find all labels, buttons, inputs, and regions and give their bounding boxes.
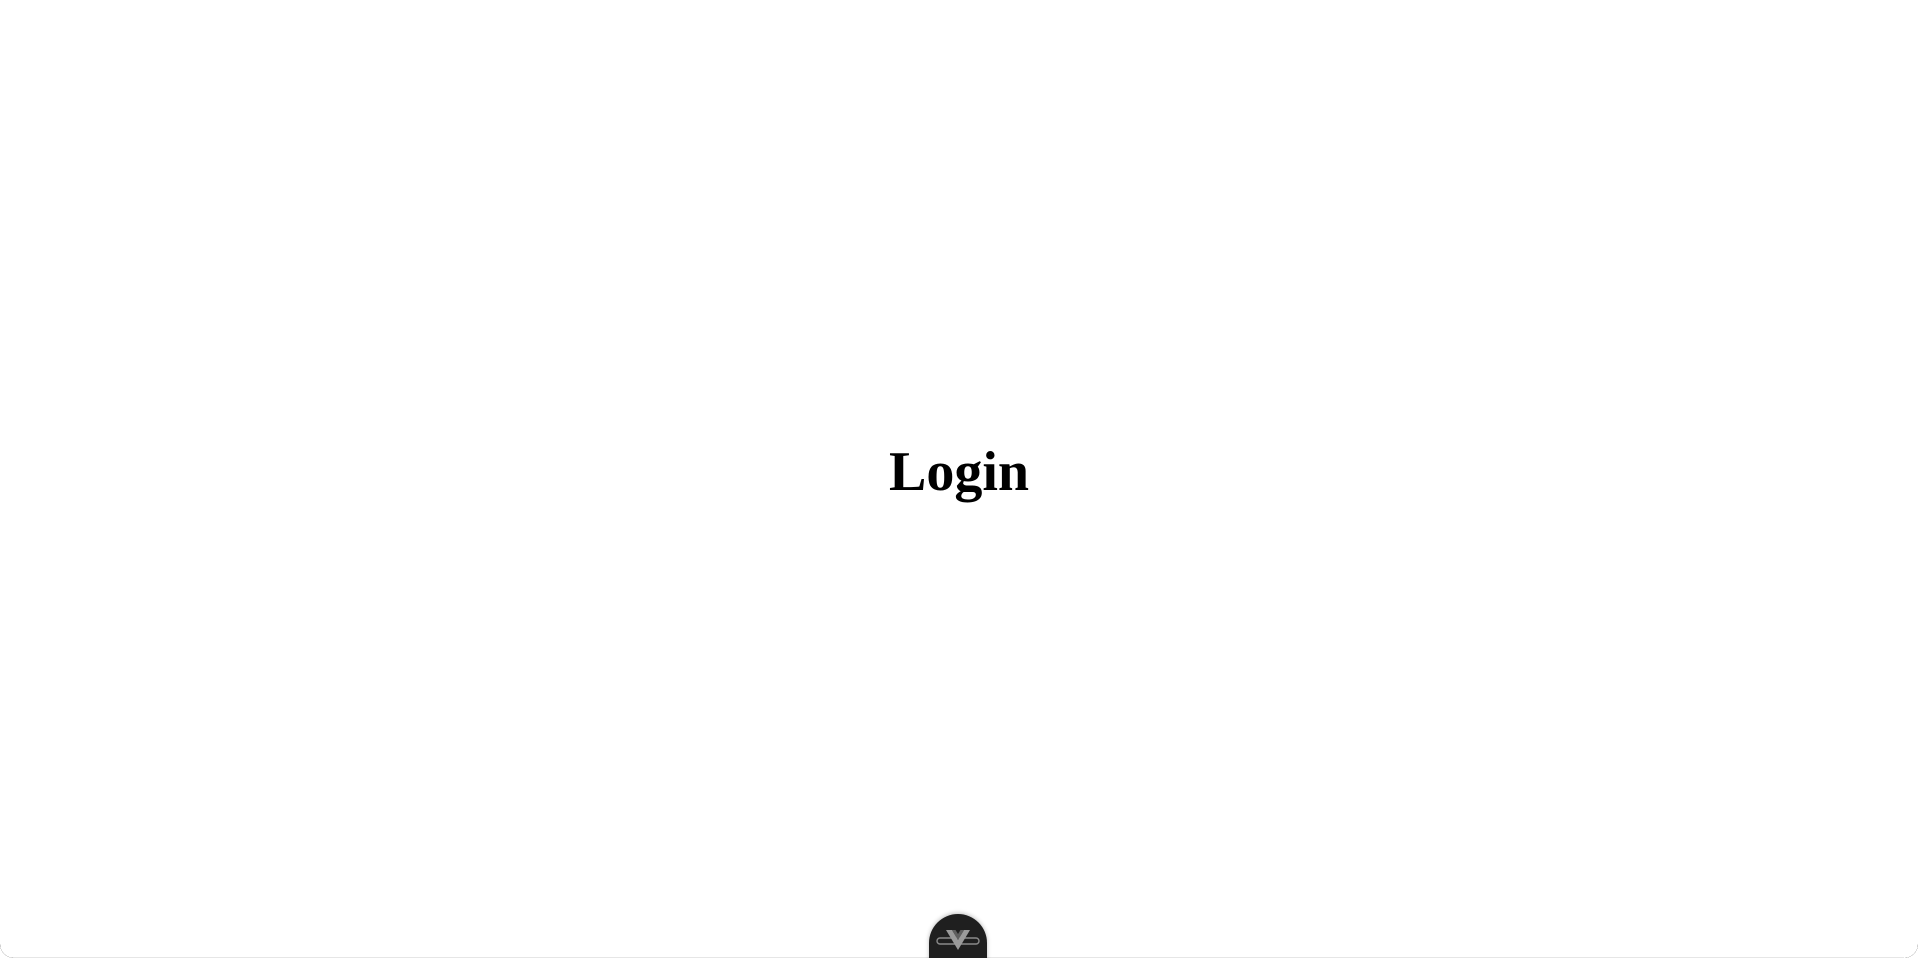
browser-viewport: Login	[0, 0, 1918, 958]
window-corner-left	[0, 944, 14, 958]
devtools-toggle-button[interactable]	[929, 914, 987, 958]
vue-logo-icon	[936, 930, 980, 950]
window-corner-right	[1904, 944, 1918, 958]
page-title: Login	[888, 441, 1030, 503]
